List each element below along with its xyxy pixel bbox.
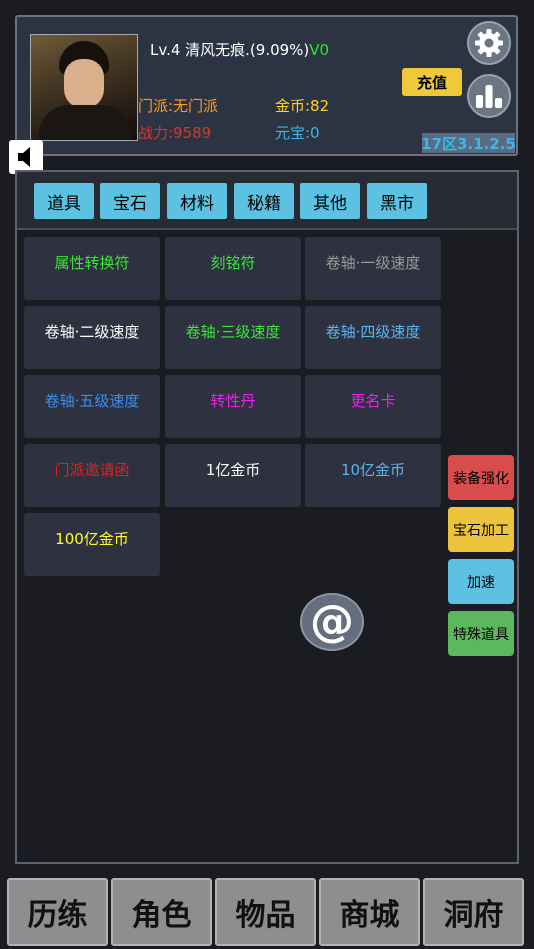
gem-process-button[interactable]: 宝石加工 xyxy=(448,507,514,552)
avatar-face xyxy=(64,59,104,109)
equip-enhance-button[interactable]: 装备强化 xyxy=(448,455,514,500)
nav-juese[interactable]: 角色 xyxy=(111,878,212,946)
bottom-nav: 历练 角色 物品 商城 洞府 xyxy=(0,876,534,949)
item-slot[interactable]: 卷轴·三级速度 xyxy=(165,306,301,369)
tab-miji[interactable]: 秘籍 xyxy=(234,183,294,219)
yuanbao-label: 元宝:0 xyxy=(275,124,320,142)
player-level-name: Lv.4 清风无痕. xyxy=(150,41,250,59)
special-items-button[interactable]: 特殊道具 xyxy=(448,611,514,656)
avatar-body xyxy=(39,105,131,140)
nav-lilian[interactable]: 历练 xyxy=(7,878,108,946)
inventory-tabs: 道具 宝石 材料 秘籍 其他 黑市 xyxy=(17,172,517,230)
tab-baoshi[interactable]: 宝石 xyxy=(100,183,160,219)
tab-heishi[interactable]: 黑市 xyxy=(367,183,427,219)
player-exp-percent: (9.09%) xyxy=(249,41,310,59)
nav-dongfu[interactable]: 洞府 xyxy=(423,878,524,946)
sound-toggle-button[interactable] xyxy=(9,140,43,174)
player-header: Lv.4 清风无痕.(9.09%)V0 门派:无门派 金币:82 战力:9589… xyxy=(15,15,518,156)
gold-label: 金币:82 xyxy=(275,97,330,115)
ranking-button[interactable] xyxy=(467,74,511,118)
item-slot[interactable]: 属性转换符 xyxy=(24,237,160,300)
item-slot[interactable]: 刻铭符 xyxy=(165,237,301,300)
item-slot[interactable]: 转性丹 xyxy=(165,375,301,438)
item-slot[interactable]: 卷轴·二级速度 xyxy=(24,306,160,369)
menpai-label: 门派:无门派 xyxy=(138,97,219,115)
item-slot[interactable]: 10亿金币 xyxy=(305,444,441,507)
nav-shangcheng[interactable]: 商城 xyxy=(319,878,420,946)
inventory-panel: 道具 宝石 材料 秘籍 其他 黑市 属性转换符 刻铭符 卷轴·一级速度 卷轴·二… xyxy=(15,170,519,864)
nav-wupin[interactable]: 物品 xyxy=(215,878,316,946)
speaker-icon xyxy=(18,147,30,167)
vip-level: V0 xyxy=(309,41,330,59)
speedup-button[interactable]: 加速 xyxy=(448,559,514,604)
item-slot[interactable]: 卷轴·五级速度 xyxy=(24,375,160,438)
item-slot[interactable]: 门派邀请函 xyxy=(24,444,160,507)
gear-icon xyxy=(475,29,503,57)
bar-chart-icon xyxy=(476,85,502,108)
server-version: 17区3.1.2.5 xyxy=(421,133,516,153)
settings-button[interactable] xyxy=(467,21,511,65)
chat-at-button[interactable]: @ xyxy=(300,593,364,651)
player-level-line: Lv.4 清风无痕.(9.09%)V0 xyxy=(150,39,329,60)
power-label: 战力:9589 xyxy=(138,124,212,142)
recharge-button[interactable]: 充值 xyxy=(402,68,462,96)
tab-qita[interactable]: 其他 xyxy=(300,183,360,219)
item-slot[interactable]: 100亿金币 xyxy=(24,513,160,576)
tab-cailiao[interactable]: 材料 xyxy=(167,183,227,219)
item-slot[interactable]: 1亿金币 xyxy=(165,444,301,507)
tab-daoju[interactable]: 道具 xyxy=(34,183,94,219)
player-avatar[interactable] xyxy=(30,34,138,141)
item-slot[interactable]: 更名卡 xyxy=(305,375,441,438)
item-slot[interactable]: 卷轴·四级速度 xyxy=(305,306,441,369)
item-slot[interactable]: 卷轴·一级速度 xyxy=(305,237,441,300)
